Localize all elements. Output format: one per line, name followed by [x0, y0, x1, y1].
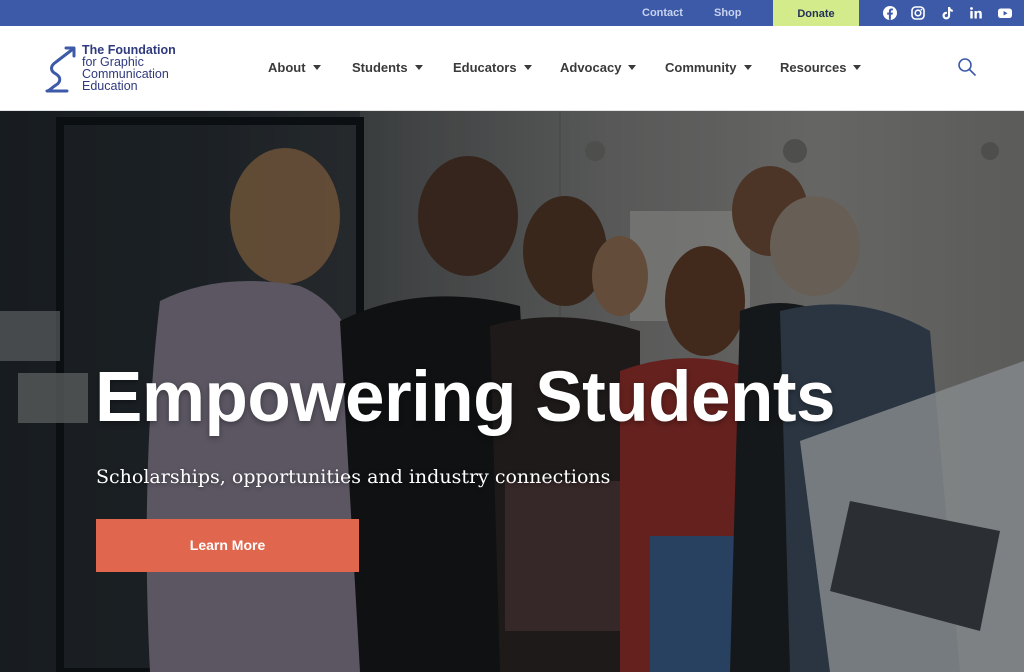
contact-link[interactable]: Contact [642, 0, 683, 26]
nav-advocacy-label: Advocacy [560, 60, 622, 75]
shop-link[interactable]: Shop [714, 0, 742, 26]
learn-more-button[interactable]: Learn More [96, 519, 359, 572]
chevron-down-icon [523, 65, 532, 70]
nav-resources[interactable]: Resources [780, 60, 862, 78]
hero-subtitle: Scholarships, opportunities and industry… [96, 466, 611, 488]
tiktok-icon[interactable] [939, 5, 955, 21]
foundation-logo-icon[interactable] [44, 44, 76, 94]
hero-banner: Empowering Students Scholarships, opport… [0, 111, 1024, 672]
donate-button[interactable]: Donate [773, 0, 859, 26]
chevron-down-icon [628, 65, 637, 70]
nav-community[interactable]: Community [665, 60, 752, 78]
nav-educators-label: Educators [453, 60, 517, 75]
nav-about[interactable]: About [268, 60, 321, 78]
chevron-down-icon [312, 65, 321, 70]
hero-title: Empowering Students [95, 358, 836, 437]
nav-students-label: Students [352, 60, 408, 75]
nav-about-label: About [268, 60, 306, 75]
nav-advocacy[interactable]: Advocacy [560, 60, 637, 78]
site-header: The Foundation for Graphic Communication… [0, 26, 1024, 111]
chevron-down-icon [853, 65, 862, 70]
logo-line-4: Education [82, 79, 138, 93]
utility-bar: Contact Shop Donate [0, 0, 1024, 26]
nav-community-label: Community [665, 60, 737, 75]
chevron-down-icon [743, 65, 752, 70]
chevron-down-icon [414, 65, 423, 70]
nav-educators[interactable]: Educators [453, 60, 532, 78]
nav-students[interactable]: Students [352, 60, 423, 78]
linkedin-icon[interactable] [968, 5, 984, 21]
instagram-icon[interactable] [910, 5, 926, 21]
nav-resources-label: Resources [780, 60, 847, 75]
site-logo-text[interactable]: The Foundation for Graphic Communication… [82, 44, 176, 93]
search-icon[interactable] [957, 57, 977, 77]
youtube-icon[interactable] [997, 5, 1013, 21]
facebook-icon[interactable] [882, 5, 898, 21]
